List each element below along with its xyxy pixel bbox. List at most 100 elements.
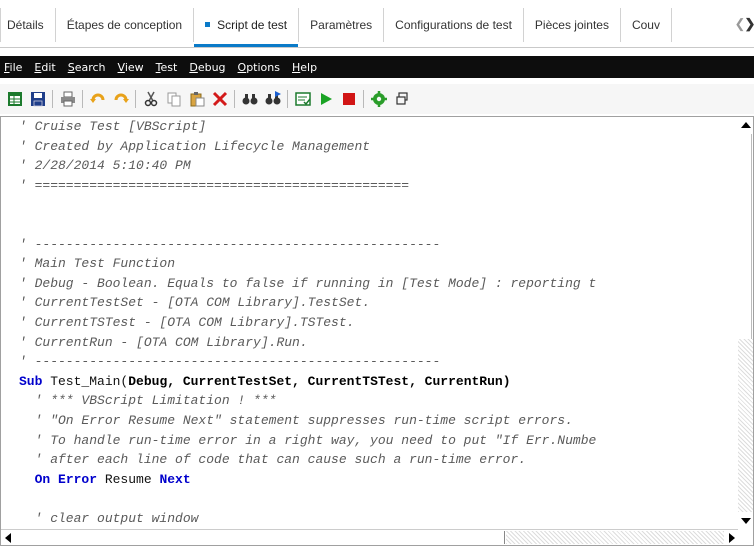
scroll-right-icon[interactable] xyxy=(729,533,735,543)
menu-label-rest: ebug xyxy=(197,60,226,74)
toolbar-separator xyxy=(82,90,83,108)
stop-icon[interactable] xyxy=(340,91,357,108)
paste-icon[interactable] xyxy=(188,91,205,108)
menu-bar: File Edit Search View Test Debug Options Help xyxy=(0,56,754,78)
code-line[interactable]: ' --------------------------------------… xyxy=(19,235,737,255)
code-line[interactable]: Sub Test_Main(Debug, CurrentTestSet, Cur… xyxy=(19,372,737,392)
menu-mnemonic: V xyxy=(117,60,125,74)
copy-icon[interactable] xyxy=(165,91,182,108)
tab-label: Étapes de conception xyxy=(66,18,183,32)
run-icon[interactable] xyxy=(317,91,334,108)
code-line[interactable]: ' "On Error Resume Next" statement suppr… xyxy=(19,411,737,431)
code-line[interactable]: ' CurrentTestSet - [OTA COM Library].Tes… xyxy=(19,293,737,313)
menu-mnemonic: D xyxy=(189,60,198,74)
script-editor[interactable]: ' Cruise Test [VBScript] ' Created by App… xyxy=(0,116,754,546)
code-line[interactable]: ' Debug - Boolean. Equals to false if ru… xyxy=(19,274,737,294)
code-comment: ' --------------------------------------… xyxy=(19,354,441,370)
tab-scroll-controls: ❮❯ xyxy=(734,16,754,32)
tab-scroll-left-icon[interactable]: ❮ xyxy=(734,16,746,32)
scroll-down-icon[interactable] xyxy=(741,518,751,524)
code-line[interactable]: ' To handle run-time error in a right wa… xyxy=(19,431,737,451)
redo-icon[interactable] xyxy=(112,91,129,108)
code-comment: ' CurrentTestSet - [OTA COM Library].Tes… xyxy=(19,295,371,311)
menu-file[interactable]: File xyxy=(0,61,28,74)
code-area[interactable]: ' Cruise Test [VBScript] ' Created by App… xyxy=(19,117,737,529)
code-comment: ' CurrentTSTest - [OTA COM Library].TSTe… xyxy=(19,314,355,330)
horizontal-scroll-track[interactable] xyxy=(506,531,724,544)
code-comment: ' To handle run-time error in a right wa… xyxy=(19,432,597,448)
menu-mnemonic: S xyxy=(67,60,75,74)
tab-2[interactable]: Script de test xyxy=(194,8,300,47)
scroll-left-icon[interactable] xyxy=(5,533,11,543)
menu-debug[interactable]: Debug xyxy=(183,61,231,74)
toolbar xyxy=(0,84,754,114)
code-line[interactable]: ' 2/28/2014 5:10:40 PM xyxy=(19,156,737,176)
tab-3[interactable]: Paramètres xyxy=(299,8,385,42)
editor-gutter xyxy=(1,117,8,529)
syntax-check-icon[interactable] xyxy=(294,91,311,108)
scroll-up-icon[interactable] xyxy=(741,122,751,128)
code-text: ) xyxy=(502,373,511,389)
tab-0[interactable]: Détails xyxy=(0,8,56,42)
code-line[interactable] xyxy=(19,489,737,509)
toolbar-separator xyxy=(52,90,53,108)
tab-4[interactable]: Configurations de test xyxy=(384,8,524,42)
code-line[interactable]: ' CurrentRun - [OTA COM Library].Run. xyxy=(19,333,737,353)
find-icon[interactable] xyxy=(241,91,258,108)
code-line[interactable]: ' after each line of code that can cause… xyxy=(19,450,737,470)
menu-mnemonic: O xyxy=(237,60,247,74)
vertical-scroll-thumb[interactable] xyxy=(739,134,752,339)
code-line[interactable]: ' *** VBScript Limitation ! *** xyxy=(19,391,737,411)
grid-icon[interactable] xyxy=(6,91,23,108)
menu-label-rest: elp xyxy=(300,60,318,74)
tab-strip: Détails Étapes de conception Script de tes… xyxy=(0,0,754,48)
code-line[interactable]: ' Cruise Test [VBScript] xyxy=(19,117,737,137)
code-line[interactable] xyxy=(19,195,737,215)
menu-view[interactable]: View xyxy=(112,61,150,74)
delete-icon[interactable] xyxy=(211,91,228,108)
menu-label-rest: dit xyxy=(41,60,56,74)
code-line[interactable]: ' clear output window xyxy=(19,509,737,529)
save-icon[interactable] xyxy=(29,91,46,108)
code-line[interactable]: On Error Resume Next xyxy=(19,470,737,490)
menu-label-rest: ptions xyxy=(246,60,280,74)
menu-options[interactable]: Options xyxy=(232,61,286,74)
code-line[interactable]: ' ======================================… xyxy=(19,176,737,196)
vertical-scrollbar[interactable] xyxy=(738,117,753,529)
code-comment: ' Debug - Boolean. Equals to false if ru… xyxy=(19,275,597,291)
code-text: Test_Main( xyxy=(42,373,129,389)
undo-icon[interactable] xyxy=(89,91,106,108)
code-comment: ' *** VBScript Limitation ! *** xyxy=(19,393,277,409)
tab-label: Détails xyxy=(7,18,44,32)
code-comment: ' clear output window xyxy=(19,510,199,526)
vertical-scroll-track[interactable] xyxy=(738,339,753,512)
settings-icon[interactable] xyxy=(370,91,387,108)
code-keyword: On Error xyxy=(34,471,98,487)
code-line[interactable]: ' CurrentTSTest - [OTA COM Library].TSTe… xyxy=(19,313,737,333)
print-icon[interactable] xyxy=(59,91,76,108)
menu-test[interactable]: Test xyxy=(150,61,184,74)
menu-search[interactable]: Search xyxy=(62,61,112,74)
menu-edit[interactable]: Edit xyxy=(28,61,61,74)
code-comment: ' 2/28/2014 5:10:40 PM xyxy=(19,158,191,174)
code-comment: ' "On Error Resume Next" statement suppr… xyxy=(19,412,573,428)
restore-window-icon[interactable] xyxy=(393,91,410,108)
tab-6[interactable]: Couv xyxy=(621,8,672,42)
horizontal-scroll-thumb[interactable] xyxy=(16,531,505,544)
code-line[interactable]: ' Created by Application Lifecycle Manag… xyxy=(19,137,737,157)
horizontal-scrollbar[interactable] xyxy=(1,529,739,545)
tab-scroll-right-icon[interactable]: ❯ xyxy=(744,16,754,32)
find-next-icon[interactable] xyxy=(264,91,281,108)
tab-label: Script de test xyxy=(217,18,288,32)
code-line[interactable] xyxy=(19,215,737,235)
menu-help[interactable]: Help xyxy=(286,61,323,74)
tab-1[interactable]: Étapes de conception xyxy=(56,8,195,42)
tab-5[interactable]: Pièces jointes xyxy=(524,8,621,42)
code-line[interactable]: ' --------------------------------------… xyxy=(19,352,737,372)
code-line[interactable]: ' Main Test Function xyxy=(19,254,737,274)
code-text: Resume xyxy=(97,471,160,487)
cut-icon[interactable] xyxy=(142,91,159,108)
menu-label-rest: earch xyxy=(74,60,106,74)
active-tab-marker-icon xyxy=(205,22,211,28)
